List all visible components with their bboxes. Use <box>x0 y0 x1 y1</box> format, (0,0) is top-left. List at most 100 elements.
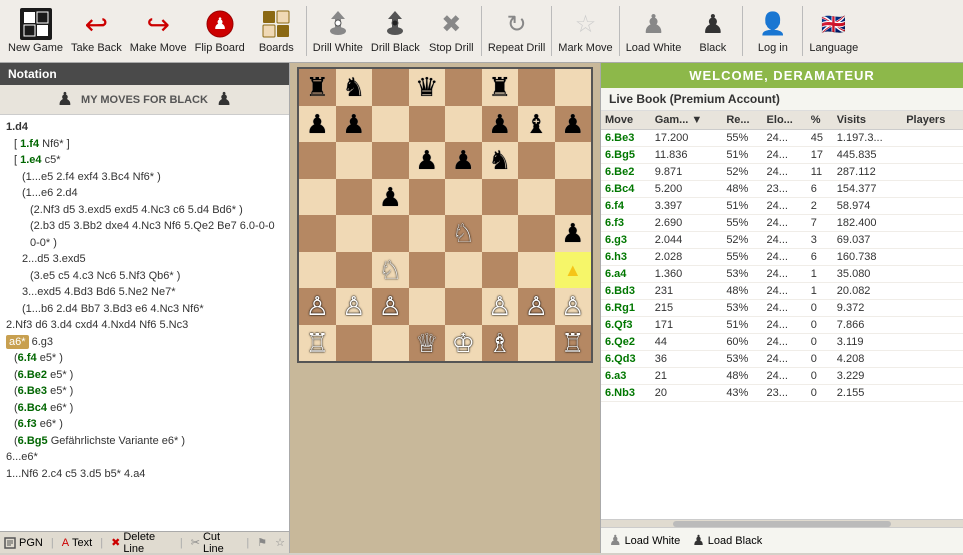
make-move-button[interactable]: ↪ Make Move <box>126 2 191 60</box>
square-e6[interactable]: ♟ <box>445 142 482 179</box>
stop-drill-button[interactable]: ✖ Stop Drill <box>424 2 479 60</box>
live-book-table[interactable]: Move Gam... ▼ Re... Elo... % Visits Play… <box>601 111 963 519</box>
table-row[interactable]: 6.f3 2.690 55% 24... 7 182.400 <box>601 215 963 232</box>
table-row[interactable]: 6.Qe2 44 60% 24... 0 3.119 <box>601 334 963 351</box>
square-c7[interactable] <box>372 106 409 143</box>
square-e1[interactable]: ♔ <box>445 325 482 362</box>
square-b4[interactable] <box>336 215 373 252</box>
square-c4[interactable] <box>372 215 409 252</box>
move-cell-0[interactable]: 6.Be3 <box>601 130 651 147</box>
table-row[interactable]: 6.g3 2.044 52% 24... 3 69.037 <box>601 232 963 249</box>
text-button[interactable]: A Text <box>62 537 93 549</box>
chess-board[interactable]: ♜ ♞ ♛ ♜ ♟ ♟ ♟ ♝ ♟ ♟ ♟ ♞ <box>297 67 593 363</box>
move-cell-7[interactable]: 6.h3 <box>601 249 651 266</box>
boards-button[interactable]: Boards <box>249 2 304 60</box>
square-a8[interactable]: ♜ <box>299 69 336 106</box>
login-button[interactable]: 👤 Log in <box>745 2 800 60</box>
square-g7[interactable]: ♝ <box>518 106 555 143</box>
square-a6[interactable] <box>299 142 336 179</box>
square-c1[interactable] <box>372 325 409 362</box>
square-g2[interactable]: ♙ <box>518 288 555 325</box>
square-c3[interactable]: ♘ <box>372 252 409 289</box>
horizontal-scrollbar[interactable] <box>601 519 963 527</box>
move-cell-8[interactable]: 6.a4 <box>601 266 651 283</box>
bookmark-button[interactable]: ☆ <box>275 536 285 549</box>
square-h8[interactable] <box>555 69 592 106</box>
square-a4[interactable] <box>299 215 336 252</box>
square-d7[interactable] <box>409 106 446 143</box>
square-b3[interactable] <box>336 252 373 289</box>
drill-white-button[interactable]: Drill White <box>309 2 367 60</box>
move-cell-12[interactable]: 6.Qe2 <box>601 334 651 351</box>
flag-button[interactable]: ⚑ <box>257 536 267 549</box>
table-row[interactable]: 6.Bc4 5.200 48% 23... 6 154.377 <box>601 181 963 198</box>
table-row[interactable]: 6.Rg1 215 53% 24... 0 9.372 <box>601 300 963 317</box>
move-cell-4[interactable]: 6.f4 <box>601 198 651 215</box>
square-h7[interactable]: ♟ <box>555 106 592 143</box>
square-g3[interactable] <box>518 252 555 289</box>
square-f4[interactable] <box>482 215 519 252</box>
square-a5[interactable] <box>299 179 336 216</box>
square-d2[interactable] <box>409 288 446 325</box>
move-cell-3[interactable]: 6.Bc4 <box>601 181 651 198</box>
square-g4[interactable] <box>518 215 555 252</box>
square-b7[interactable]: ♟ <box>336 106 373 143</box>
square-c6[interactable] <box>372 142 409 179</box>
pgn-button[interactable]: PGN <box>4 537 43 549</box>
move-cell-13[interactable]: 6.Qd3 <box>601 351 651 368</box>
square-a7[interactable]: ♟ <box>299 106 336 143</box>
square-a1[interactable]: ♖ <box>299 325 336 362</box>
notation-content[interactable]: 1.d4 [ 1.f4 Nf6* ] [ 1.e4 c5* (1...e5 2.… <box>0 115 289 531</box>
language-button[interactable]: 🇬🇧 Language <box>805 2 862 60</box>
square-d1[interactable]: ♕ <box>409 325 446 362</box>
repeat-drill-button[interactable]: ↻ Repeat Drill <box>484 2 549 60</box>
square-f1[interactable]: ♗ <box>482 325 519 362</box>
square-f3[interactable] <box>482 252 519 289</box>
load-white-button[interactable]: ♟ Load White <box>622 2 686 60</box>
move-cell-6[interactable]: 6.g3 <box>601 232 651 249</box>
drill-black-button[interactable]: Drill Black <box>367 2 424 60</box>
table-row[interactable]: 6.a3 21 48% 24... 0 3.229 <box>601 368 963 385</box>
square-e7[interactable] <box>445 106 482 143</box>
square-g1[interactable] <box>518 325 555 362</box>
flip-board-button[interactable]: ♟ Flip Board <box>191 2 249 60</box>
square-f7[interactable]: ♟ <box>482 106 519 143</box>
move-cell-11[interactable]: 6.Qf3 <box>601 317 651 334</box>
table-row[interactable]: 6.Bg5 11.836 51% 24... 17 445.835 <box>601 147 963 164</box>
square-h6[interactable] <box>555 142 592 179</box>
square-e3[interactable] <box>445 252 482 289</box>
square-a2[interactable]: ♙ <box>299 288 336 325</box>
load-black-button[interactable]: ♟ Black <box>685 2 740 60</box>
square-d4[interactable] <box>409 215 446 252</box>
move-cell-1[interactable]: 6.Bg5 <box>601 147 651 164</box>
square-c2[interactable]: ♙ <box>372 288 409 325</box>
square-g5[interactable] <box>518 179 555 216</box>
square-c8[interactable] <box>372 69 409 106</box>
table-row[interactable]: 6.Bd3 231 48% 24... 1 20.082 <box>601 283 963 300</box>
cut-line-button[interactable]: ✂ Cut Line <box>191 531 239 555</box>
square-c5[interactable]: ♟ <box>372 179 409 216</box>
square-a3[interactable] <box>299 252 336 289</box>
square-e2[interactable] <box>445 288 482 325</box>
square-g8[interactable] <box>518 69 555 106</box>
square-b6[interactable] <box>336 142 373 179</box>
square-h5[interactable] <box>555 179 592 216</box>
table-row[interactable]: 6.a4 1.360 53% 24... 1 35.080 <box>601 266 963 283</box>
table-row[interactable]: 6.f4 3.397 51% 24... 2 58.974 <box>601 198 963 215</box>
move-cell-9[interactable]: 6.Bd3 <box>601 283 651 300</box>
square-f2[interactable]: ♙ <box>482 288 519 325</box>
take-back-button[interactable]: ↩ Take Back <box>67 2 126 60</box>
square-g6[interactable] <box>518 142 555 179</box>
table-row[interactable]: 6.Qd3 36 53% 24... 0 4.208 <box>601 351 963 368</box>
square-f8[interactable]: ♜ <box>482 69 519 106</box>
table-row[interactable]: 6.Qf3 171 51% 24... 0 7.866 <box>601 317 963 334</box>
square-h1[interactable]: ♖ <box>555 325 592 362</box>
square-d3[interactable] <box>409 252 446 289</box>
table-row[interactable]: 6.Be3 17.200 55% 24... 45 1.197.3... <box>601 130 963 147</box>
square-b5[interactable] <box>336 179 373 216</box>
delete-line-button[interactable]: ✖ Delete Line <box>111 531 172 555</box>
square-b2[interactable]: ♙ <box>336 288 373 325</box>
move-cell-10[interactable]: 6.Rg1 <box>601 300 651 317</box>
square-h3[interactable]: ▲ <box>555 252 592 289</box>
square-e8[interactable] <box>445 69 482 106</box>
